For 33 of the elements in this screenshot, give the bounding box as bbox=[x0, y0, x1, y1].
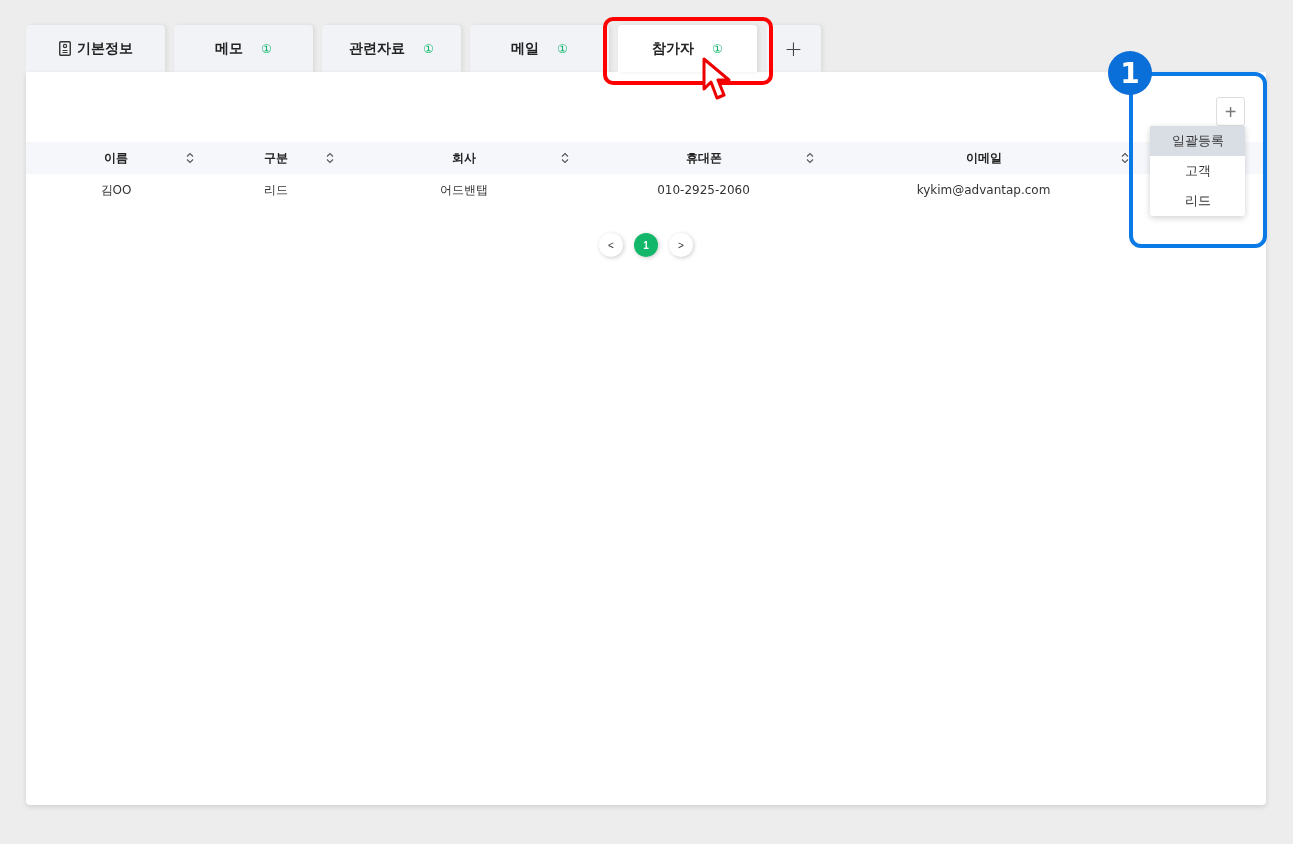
sort-icon[interactable] bbox=[326, 152, 334, 164]
id-card-icon bbox=[58, 41, 71, 56]
add-tab-button[interactable]: + bbox=[766, 25, 821, 72]
tab[interactable]: 기본정보 bbox=[26, 25, 165, 72]
table-cell: 리드 bbox=[264, 181, 288, 199]
tab[interactable]: 참가자 ① bbox=[618, 25, 757, 72]
table-cell: 010-2925-2060 bbox=[657, 183, 750, 197]
column-header[interactable]: 회사 bbox=[451, 149, 476, 167]
column-header[interactable]: 구분 bbox=[264, 149, 288, 167]
step-badge: 1 bbox=[1108, 51, 1152, 95]
column-header[interactable]: 이름 bbox=[104, 149, 128, 167]
tab[interactable]: 메일 ① bbox=[470, 25, 609, 72]
count-label: ① bbox=[712, 41, 723, 56]
column-header[interactable]: 휴대폰 bbox=[685, 149, 722, 167]
menu-item[interactable]: 리드 bbox=[1150, 186, 1245, 216]
previous-page-button[interactable]: < bbox=[599, 233, 623, 257]
sort-icon[interactable] bbox=[186, 152, 194, 164]
tab[interactable]: 메모 ① bbox=[174, 25, 313, 72]
count-label: ① bbox=[423, 41, 434, 56]
add-button[interactable]: + bbox=[1216, 97, 1245, 126]
table-cell: 김OO bbox=[100, 181, 132, 199]
menu-item[interactable]: 고객 bbox=[1150, 156, 1245, 186]
count-label: ① bbox=[261, 41, 272, 56]
menu-item[interactable]: 일괄등록 bbox=[1150, 126, 1245, 156]
next-page-button[interactable]: > bbox=[669, 233, 693, 257]
table-cell: kykim@advantap.com bbox=[916, 183, 1051, 197]
sort-icon[interactable] bbox=[561, 152, 569, 164]
sort-icon[interactable] bbox=[806, 152, 814, 164]
sort-icon[interactable] bbox=[1121, 152, 1129, 164]
tab[interactable]: 관련자료 ① bbox=[322, 25, 461, 72]
table-cell: 어드밴탭 bbox=[439, 181, 488, 199]
column-header[interactable]: 이메일 bbox=[965, 149, 1002, 167]
count-label: ① bbox=[557, 41, 568, 56]
